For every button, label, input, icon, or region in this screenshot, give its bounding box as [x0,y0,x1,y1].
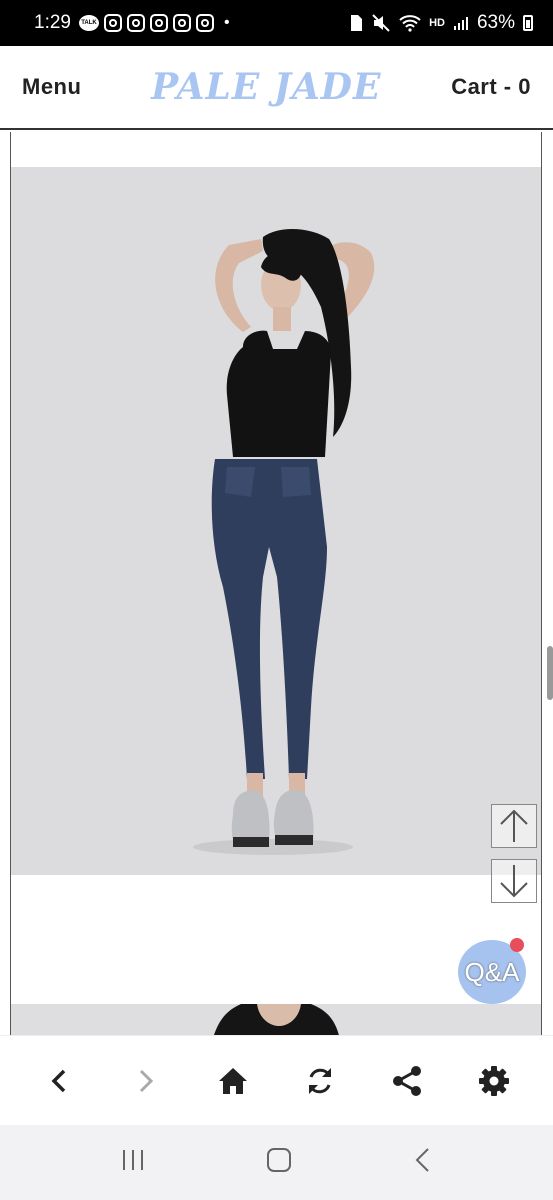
product-photo[interactable] [11,167,541,875]
instagram-icon [195,14,214,32]
product-image-frame [10,132,542,1035]
instagram-icon [103,14,122,32]
page-scrollbar[interactable] [547,646,553,700]
instagram-icon [126,14,145,32]
site-header: Menu PALE JADE Cart - 0 [0,46,553,130]
battery-icon [523,15,533,31]
instagram-icon [149,14,168,32]
notification-icons: TALK [78,14,214,32]
arrow-down-icon [500,865,528,898]
forward-button[interactable] [116,1051,176,1111]
home-square-icon [267,1148,292,1172]
system-indicators: HD 63% [349,12,533,34]
model-illustration [193,228,375,855]
gear-icon [478,1065,509,1096]
mute-icon [372,14,390,32]
product-content [0,132,553,1035]
back-button[interactable] [29,1051,89,1111]
menu-button[interactable]: Menu [22,74,81,100]
chevron-right-icon [140,1069,154,1092]
instagram-icon [172,14,191,32]
qa-button[interactable]: Q&A [458,938,526,1004]
wifi-icon [399,15,421,32]
status-bar: 1:29 TALK • HD 63% [0,0,553,46]
site-logo[interactable]: PALE JADE [151,66,381,108]
home-nav-button[interactable] [266,1147,292,1178]
cart-button[interactable]: Cart - 0 [451,74,531,100]
qa-label: Q&A [464,956,520,987]
back-nav-button[interactable] [413,1147,433,1178]
recent-apps-icon [123,1150,144,1170]
recent-apps-button[interactable] [120,1148,146,1177]
hd-voice-icon: HD [429,17,445,29]
sim-icon [351,15,363,31]
status-time: 1:29 [34,12,71,33]
qa-notification-badge [510,938,524,952]
refresh-icon [308,1067,331,1094]
home-icon [219,1067,248,1094]
talk-icon: TALK [78,15,99,31]
home-button[interactable] [203,1051,263,1111]
settings-button[interactable] [464,1051,524,1111]
battery-percent: 63% [476,12,515,33]
refresh-button[interactable] [290,1051,350,1111]
share-button[interactable] [377,1051,437,1111]
share-icon [392,1065,421,1096]
back-arrow-icon [415,1148,429,1172]
next-model-illustration [213,1004,339,1035]
scroll-down-button[interactable] [491,859,537,903]
signal-icon [453,17,468,30]
more-notifications-dot: • [223,14,230,31]
browser-toolbar [0,1035,553,1125]
scroll-up-button[interactable] [491,804,537,848]
chevron-left-icon [51,1069,66,1092]
next-product-photo[interactable] [11,1004,541,1035]
system-navigation-bar [0,1125,553,1200]
arrow-up-icon [500,809,528,842]
